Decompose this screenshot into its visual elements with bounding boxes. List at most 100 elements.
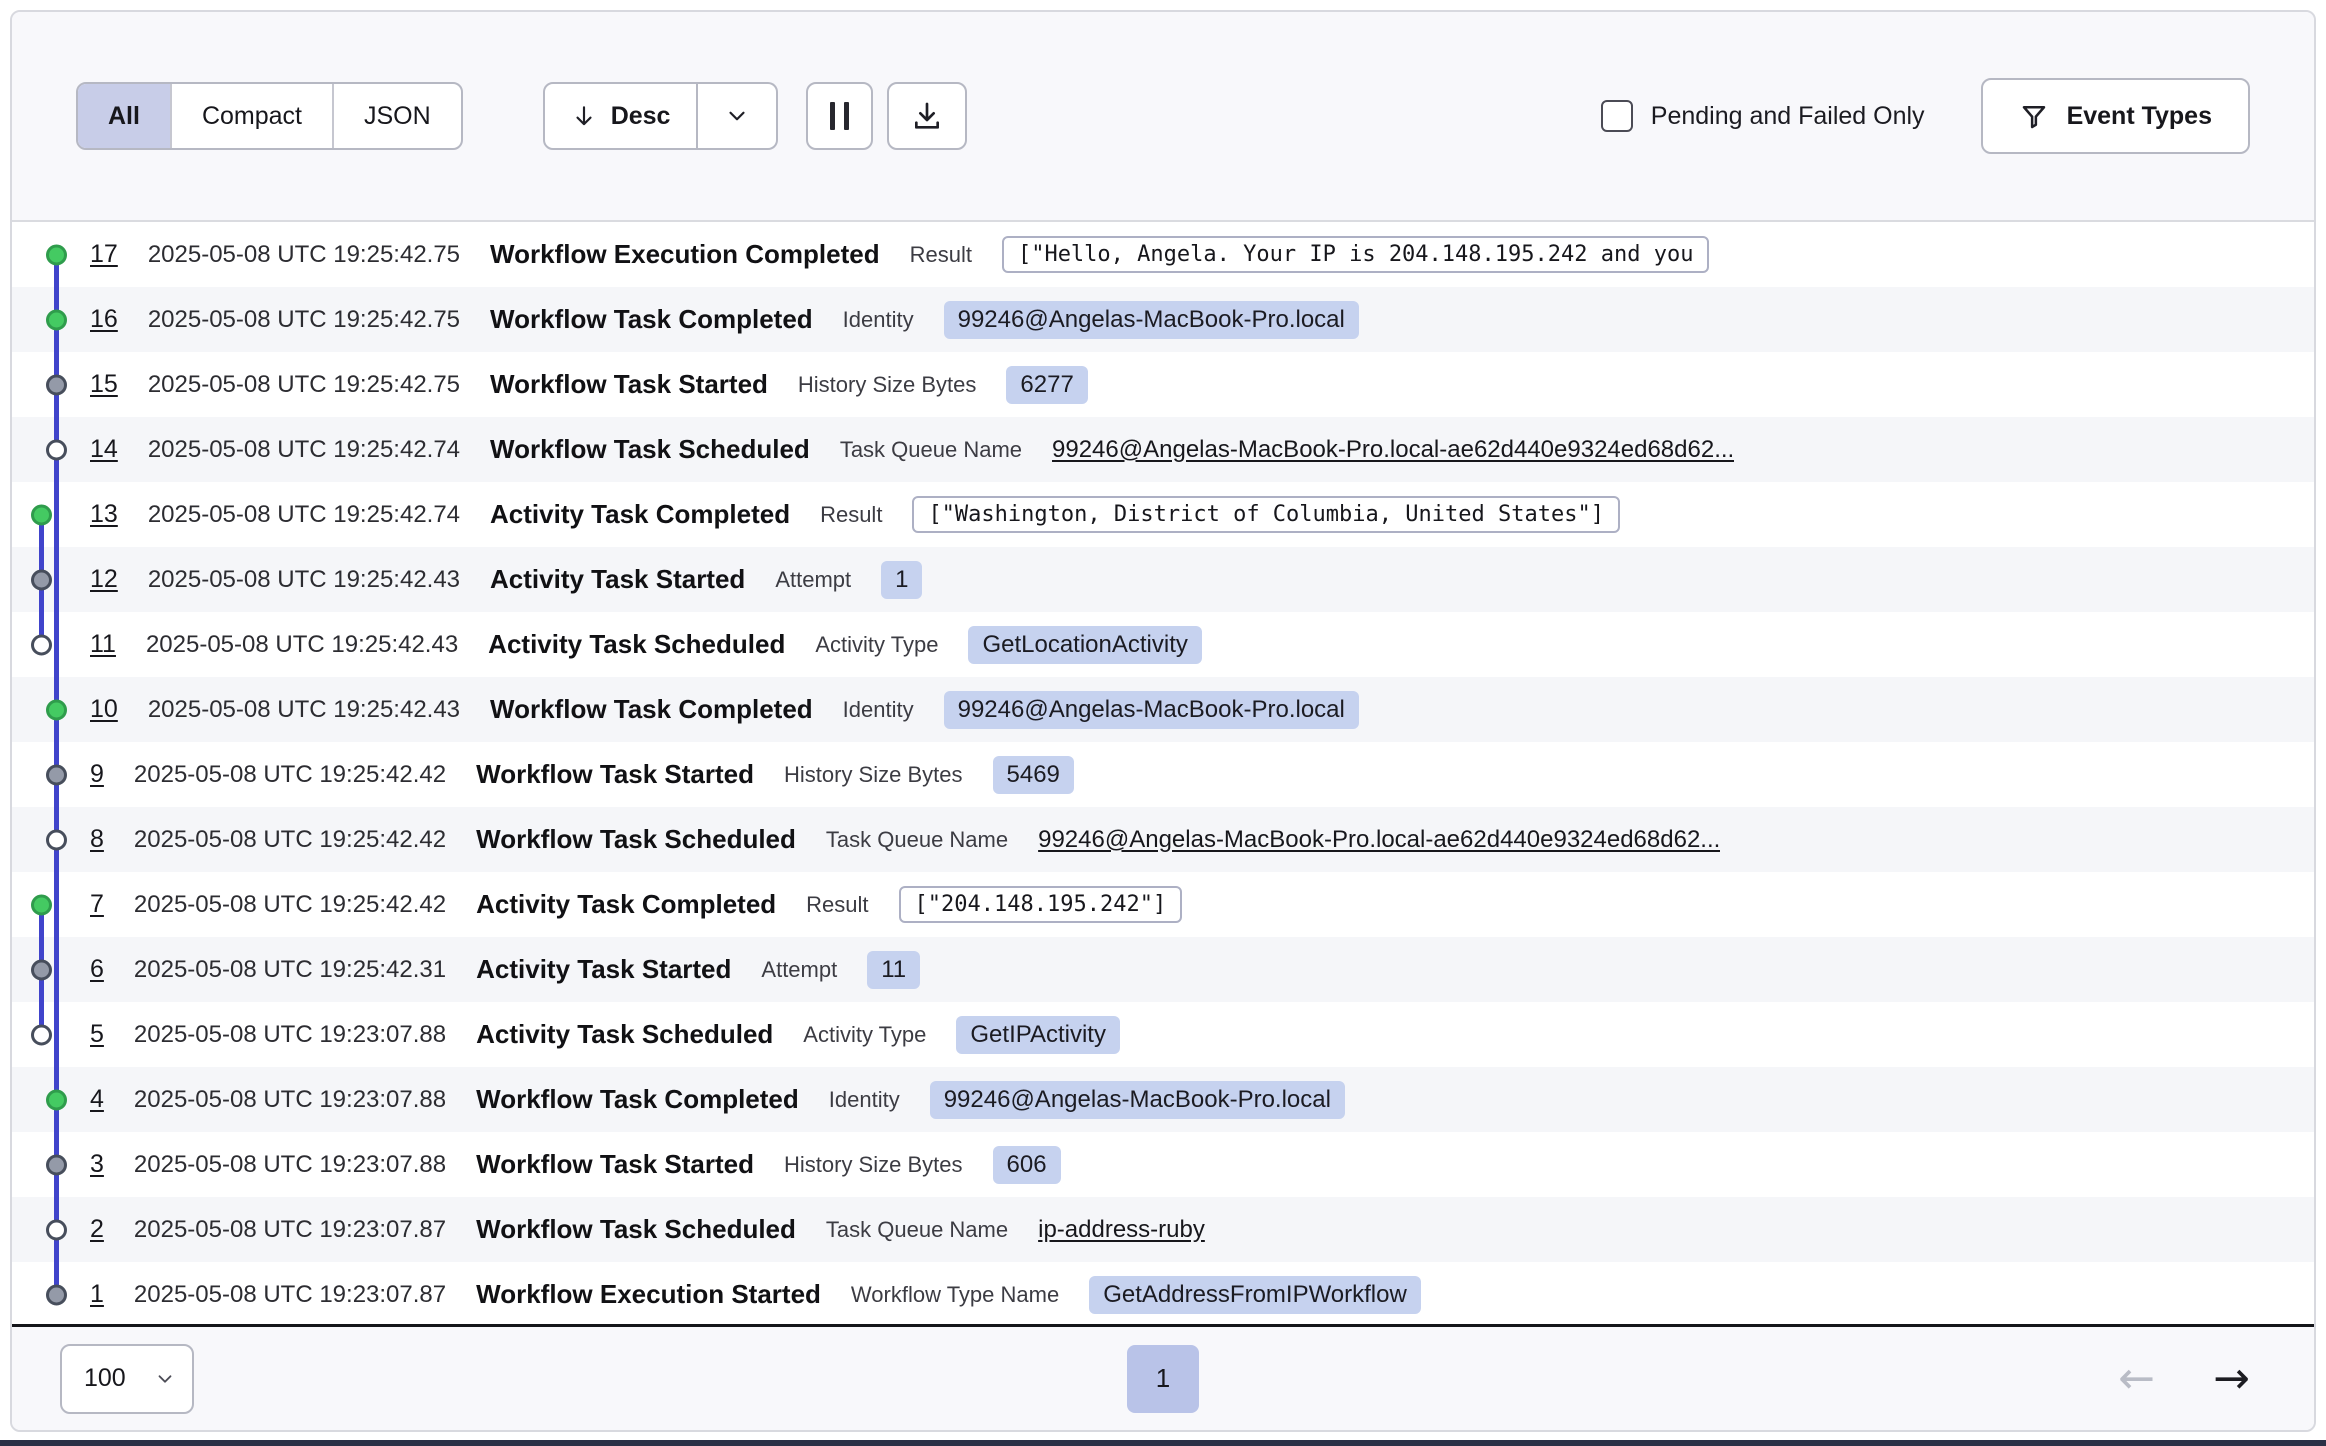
event-attribute-value-link[interactable]: ip-address-ruby bbox=[1038, 1216, 1205, 1244]
event-id-link[interactable]: 1 bbox=[90, 1280, 104, 1309]
event-types-filter-button[interactable]: Event Types bbox=[1981, 78, 2250, 154]
event-types-label: Event Types bbox=[2067, 102, 2212, 131]
event-status-dot bbox=[31, 894, 52, 915]
event-list: 172025-05-08 UTC 19:25:42.75Workflow Exe… bbox=[12, 222, 2314, 1327]
event-id-link[interactable]: 7 bbox=[90, 890, 104, 919]
pending-failed-label: Pending and Failed Only bbox=[1651, 102, 1925, 131]
event-status-dot bbox=[46, 829, 67, 850]
event-id-link[interactable]: 17 bbox=[90, 240, 118, 269]
event-name: Activity Task Started bbox=[490, 564, 745, 595]
event-id-link[interactable]: 10 bbox=[90, 695, 118, 724]
page-size-select[interactable]: 100 bbox=[60, 1344, 194, 1414]
download-icon bbox=[911, 100, 943, 132]
event-name: Workflow Task Started bbox=[490, 369, 768, 400]
event-row[interactable]: 132025-05-08 UTC 19:25:42.74Activity Tas… bbox=[12, 482, 2314, 547]
event-id-link[interactable]: 12 bbox=[90, 565, 118, 594]
event-id-link[interactable]: 8 bbox=[90, 825, 104, 854]
event-row[interactable]: 7 2025-05-08 UTC 19:25:42.42 Activity Task… bbox=[12, 872, 2314, 937]
event-timestamp: 2025-05-08 UTC 19:25:42.43 bbox=[148, 566, 460, 594]
event-attribute-label: Identity bbox=[843, 697, 914, 723]
event-status-dot bbox=[46, 1284, 67, 1305]
pending-failed-filter[interactable]: Pending and Failed Only bbox=[1601, 100, 1925, 132]
event-name: Workflow Task Started bbox=[476, 759, 754, 790]
event-attribute-value-link[interactable]: 99246@Angelas-MacBook-Pro.local-ae62d440… bbox=[1038, 826, 1720, 854]
event-row[interactable]: 162025-05-08 UTC 19:25:42.75Workflow Tas… bbox=[12, 287, 2314, 352]
event-row[interactable]: 142025-05-08 UTC 19:25:42.74Workflow Tas… bbox=[12, 417, 2314, 482]
event-id-link[interactable]: 11 bbox=[90, 630, 116, 659]
event-id-link[interactable]: 15 bbox=[90, 370, 118, 399]
event-attribute-value-badge: GetIPActivity bbox=[956, 1016, 1120, 1054]
event-row[interactable]: 172025-05-08 UTC 19:25:42.75Workflow Exe… bbox=[12, 222, 2314, 287]
event-id-link[interactable]: 6 bbox=[90, 955, 104, 984]
event-status-dot bbox=[46, 1089, 67, 1110]
current-page-button[interactable]: 1 bbox=[1127, 1345, 1199, 1413]
event-attribute-label: History Size Bytes bbox=[784, 1152, 963, 1178]
event-status-dot bbox=[46, 1154, 67, 1175]
event-attribute-label: Identity bbox=[843, 307, 914, 333]
pause-autorefresh-button[interactable] bbox=[806, 82, 873, 150]
view-switcher: All Compact JSON bbox=[76, 82, 463, 150]
event-attribute-value-badge: 99246@Angelas-MacBook-Pro.local bbox=[930, 1081, 1345, 1119]
event-timestamp: 2025-05-08 UTC 19:23:07.88 bbox=[134, 1021, 446, 1049]
event-status-dot bbox=[46, 764, 67, 785]
event-attribute-label: Attempt bbox=[775, 567, 851, 593]
event-attribute-value-badge: 6277 bbox=[1006, 366, 1087, 404]
sort-desc-button[interactable]: Desc bbox=[543, 82, 699, 150]
event-row[interactable]: 12025-05-08 UTC 19:23:07.87Workflow Exec… bbox=[12, 1262, 2314, 1327]
event-name: Workflow Task Completed bbox=[490, 694, 813, 725]
event-attribute-label: Result bbox=[820, 502, 882, 528]
event-row[interactable]: 62025-05-08 UTC 19:25:42.31Activity Task… bbox=[12, 937, 2314, 1002]
event-attribute-label: History Size Bytes bbox=[798, 372, 977, 398]
event-row[interactable]: 22025-05-08 UTC 19:23:07.87Workflow Task… bbox=[12, 1197, 2314, 1262]
event-name: Workflow Task Scheduled bbox=[476, 824, 796, 855]
event-status-dot bbox=[31, 959, 52, 980]
event-row[interactable]: 9 2025-05-08 UTC 19:25:42.42 Workflow Task… bbox=[12, 742, 2314, 807]
filter-funnel-icon bbox=[2019, 101, 2049, 131]
event-row[interactable]: 152025-05-08 UTC 19:25:42.75Workflow Tas… bbox=[12, 352, 2314, 417]
event-name: Workflow Task Scheduled bbox=[476, 1214, 796, 1245]
event-id-link[interactable]: 14 bbox=[90, 435, 118, 464]
toolbar-right: Pending and Failed Only Event Types bbox=[1601, 78, 2250, 154]
event-timestamp: 2025-05-08 UTC 19:25:42.75 bbox=[148, 241, 460, 269]
event-row[interactable]: 82025-05-08 UTC 19:25:42.42Workflow Task… bbox=[12, 807, 2314, 872]
event-id-link[interactable]: 4 bbox=[90, 1085, 104, 1114]
event-attribute-label: Task Queue Name bbox=[840, 437, 1022, 463]
event-row[interactable]: 11 2025-05-08 UTC 19:25:42.43 Activity Tas… bbox=[12, 612, 2314, 677]
pending-failed-checkbox[interactable] bbox=[1601, 100, 1633, 132]
view-tab-json[interactable]: JSON bbox=[332, 84, 461, 148]
event-timestamp: 2025-05-08 UTC 19:25:42.42 bbox=[134, 761, 446, 789]
sort-options-button[interactable] bbox=[698, 82, 778, 150]
event-row[interactable]: 52025-05-08 UTC 19:23:07.88Activity Task… bbox=[12, 1002, 2314, 1067]
event-status-dot bbox=[31, 1024, 52, 1045]
event-timestamp: 2025-05-08 UTC 19:23:07.87 bbox=[134, 1281, 446, 1309]
download-history-button[interactable] bbox=[887, 82, 967, 150]
event-id-link[interactable]: 13 bbox=[90, 500, 118, 529]
event-attribute-value-badge: GetAddressFromIPWorkflow bbox=[1089, 1276, 1421, 1314]
event-name: Activity Task Completed bbox=[476, 889, 776, 920]
event-status-dot bbox=[31, 634, 52, 655]
event-id-link[interactable]: 9 bbox=[90, 760, 104, 789]
event-name: Workflow Task Started bbox=[476, 1149, 754, 1180]
event-row[interactable]: 32025-05-08 UTC 19:23:07.88Workflow Task… bbox=[12, 1132, 2314, 1197]
event-id-link[interactable]: 16 bbox=[90, 305, 118, 334]
event-attribute-label: Activity Type bbox=[815, 632, 938, 658]
prev-page-icon[interactable]: ← bbox=[2118, 1357, 2155, 1401]
event-id-link[interactable]: 2 bbox=[90, 1215, 104, 1244]
event-status-dot bbox=[46, 244, 67, 265]
event-id-link[interactable]: 3 bbox=[90, 1150, 104, 1179]
event-row[interactable]: 102025-05-08 UTC 19:25:42.43Workflow Tas… bbox=[12, 677, 2314, 742]
event-attribute-value-link[interactable]: 99246@Angelas-MacBook-Pro.local-ae62d440… bbox=[1052, 436, 1734, 464]
event-row[interactable]: 42025-05-08 UTC 19:23:07.88Workflow Task… bbox=[12, 1067, 2314, 1132]
view-tab-all[interactable]: All bbox=[78, 84, 170, 148]
event-name: Activity Task Scheduled bbox=[488, 629, 785, 660]
event-timestamp: 2025-05-08 UTC 19:25:42.42 bbox=[134, 891, 446, 919]
pagination-footer: 100 1 ← → bbox=[12, 1327, 2314, 1430]
toolbar: All Compact JSON Desc Pending and Failed… bbox=[12, 12, 2314, 222]
event-id-link[interactable]: 5 bbox=[90, 1020, 104, 1049]
view-tab-compact[interactable]: Compact bbox=[170, 84, 332, 148]
event-name: Workflow Task Completed bbox=[490, 304, 813, 335]
event-row[interactable]: 12 2025-05-08 UTC 19:25:42.43 Activity Tas… bbox=[12, 547, 2314, 612]
next-page-icon[interactable]: → bbox=[2213, 1357, 2250, 1401]
event-timestamp: 2025-05-08 UTC 19:25:42.43 bbox=[146, 631, 458, 659]
event-attribute-value-badge: 99246@Angelas-MacBook-Pro.local bbox=[944, 301, 1359, 339]
